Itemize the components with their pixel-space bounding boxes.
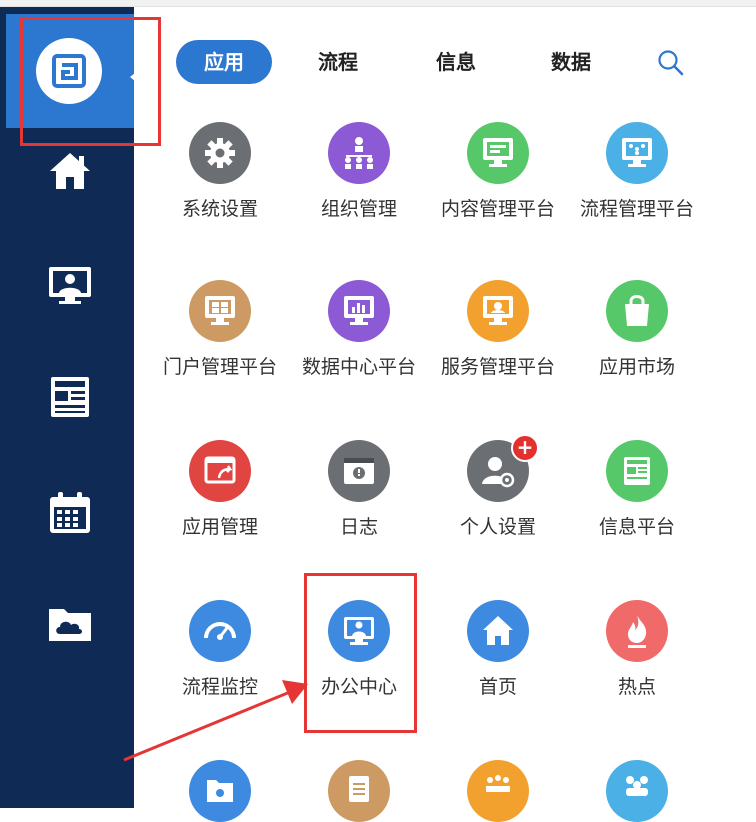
annotation-arrow: [123, 680, 308, 762]
